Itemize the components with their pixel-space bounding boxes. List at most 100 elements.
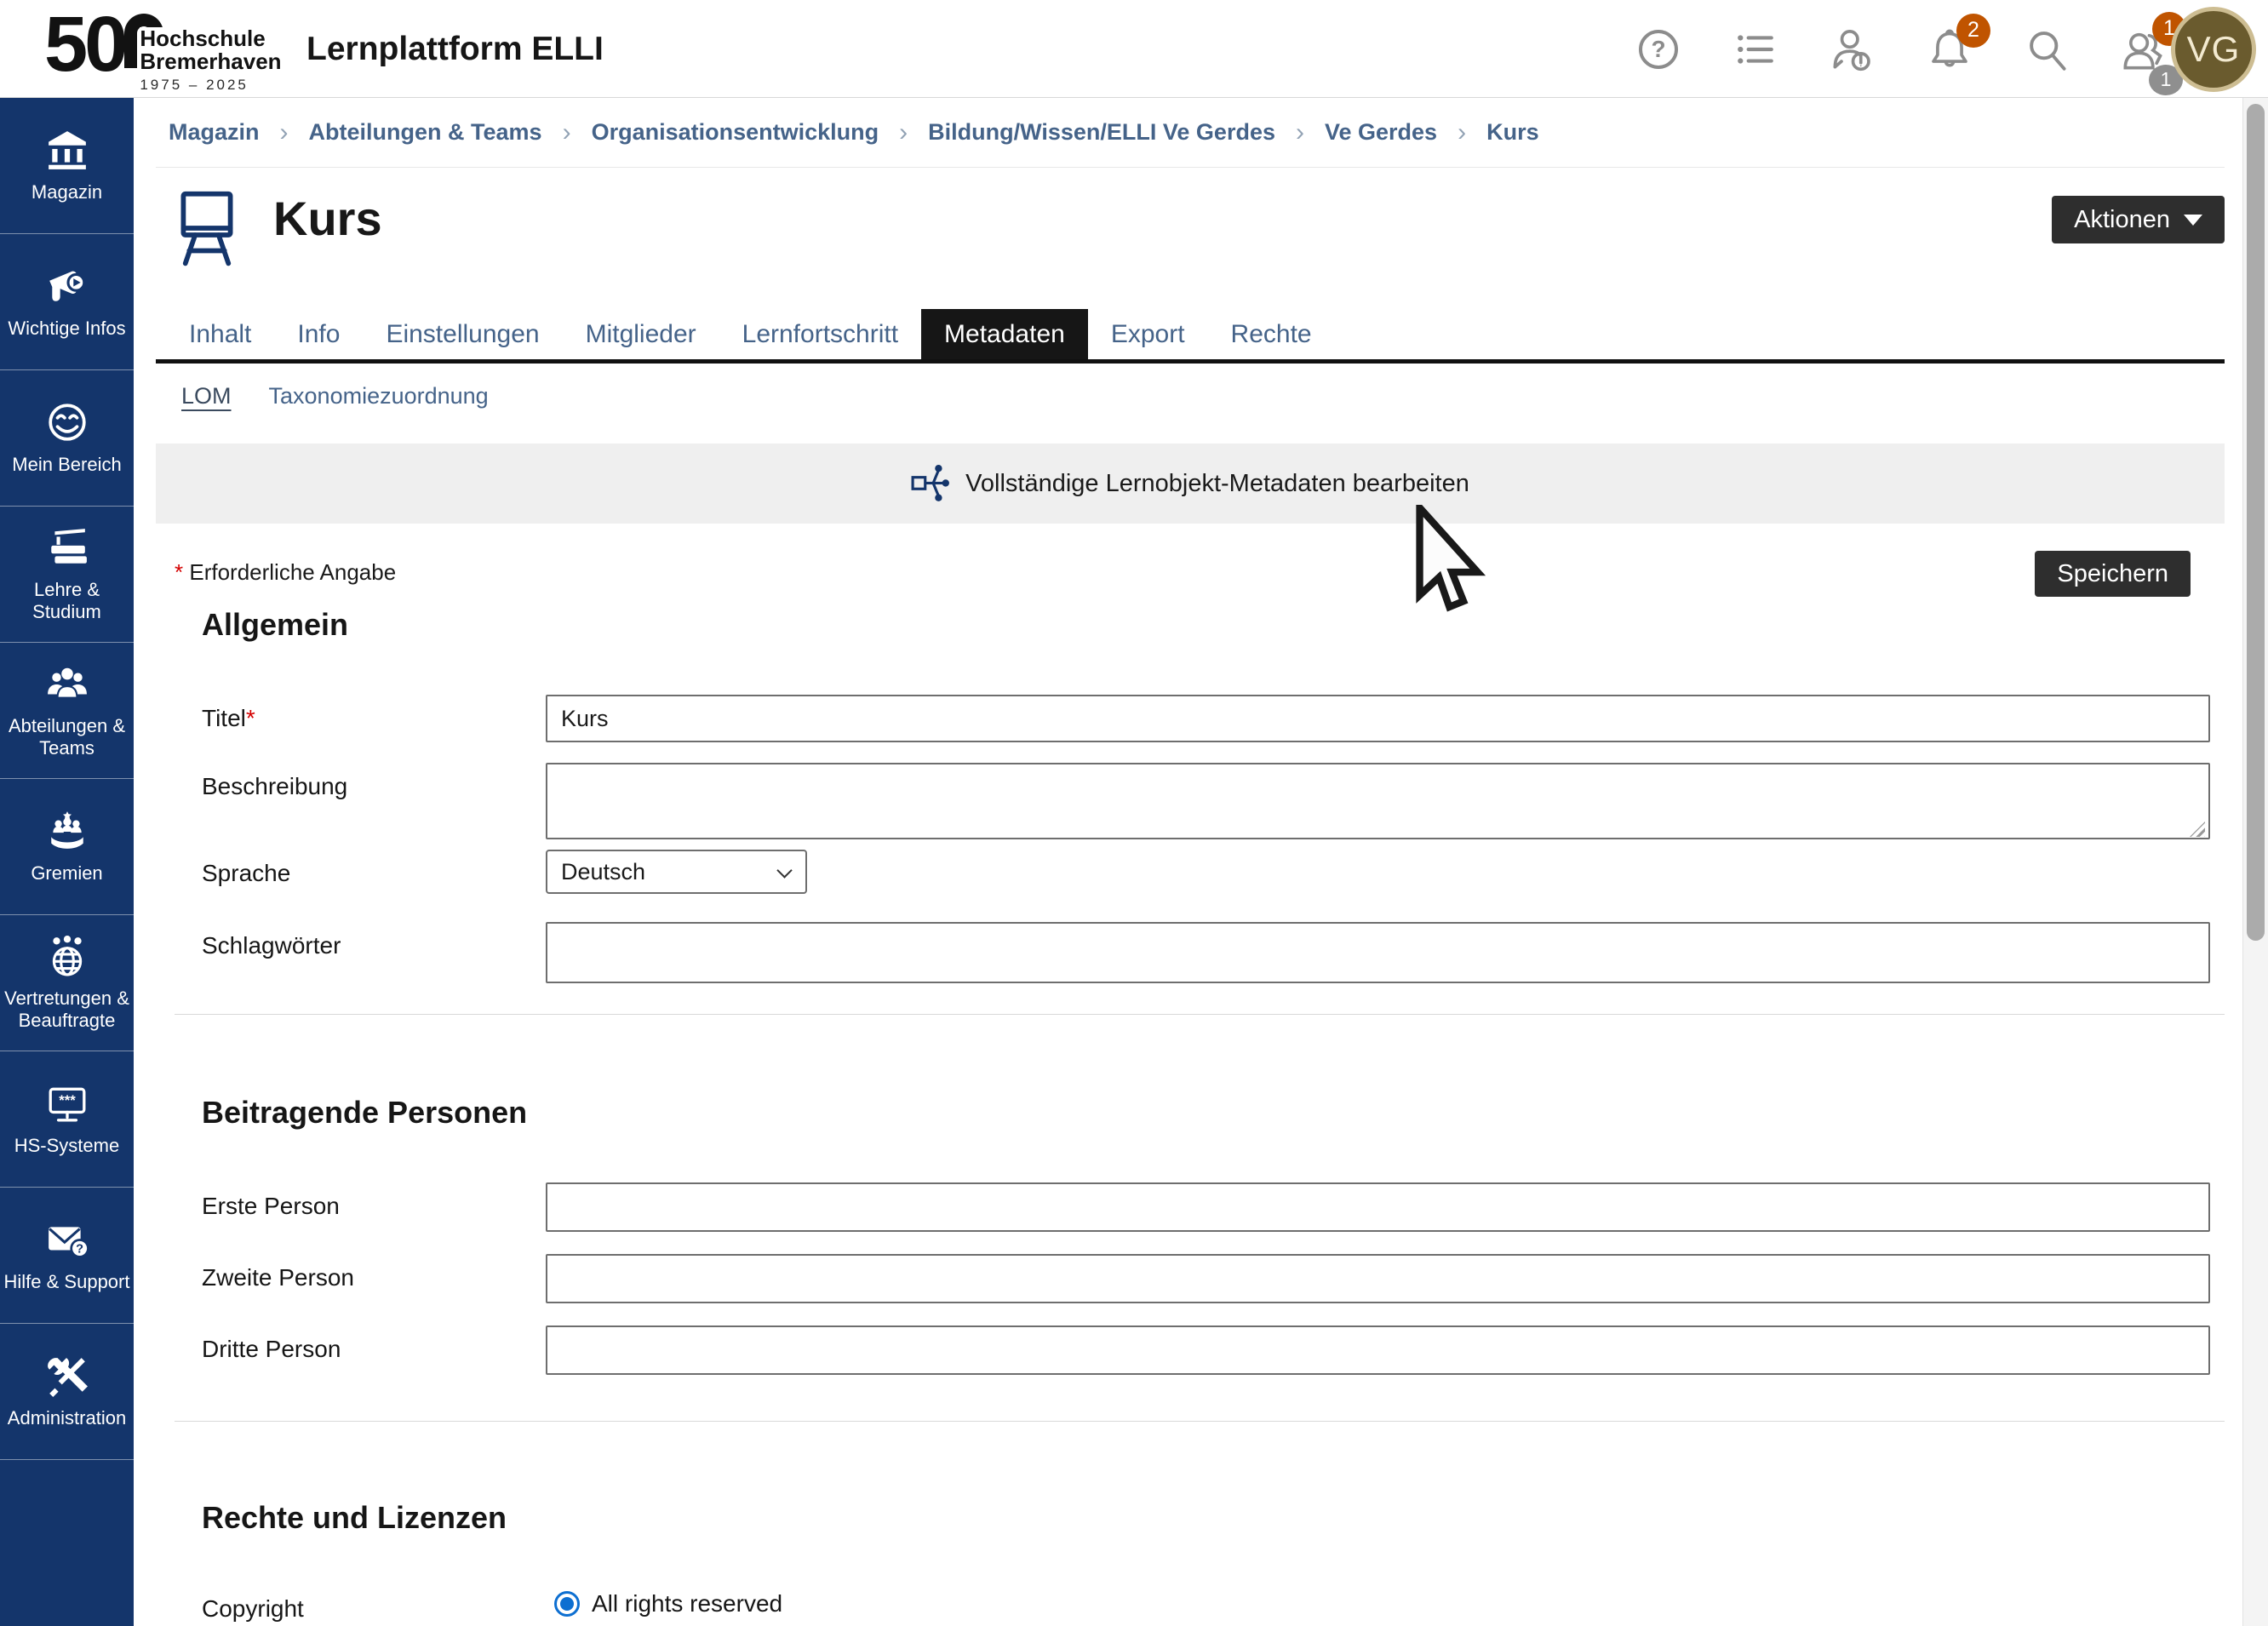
- section-divider: [175, 1421, 2225, 1422]
- user-avatar[interactable]: VG: [2171, 7, 2256, 92]
- sidebar-item-label: Administration: [4, 1407, 129, 1429]
- tools-icon: [46, 1354, 89, 1397]
- monitor-icon: ***: [46, 1082, 89, 1125]
- sidebar-item-label: Gremien: [27, 862, 106, 885]
- sidebar-item-abteilungen-teams[interactable]: Abteilungen & Teams: [0, 643, 134, 779]
- awareness-user-icon[interactable]: [1830, 27, 1875, 72]
- breadcrumb-separator: ›: [1296, 118, 1304, 147]
- sidebar-item-label: HS-Systeme: [11, 1135, 123, 1157]
- description-textarea[interactable]: [546, 763, 2210, 839]
- breadcrumb-link[interactable]: Abteilungen & Teams: [309, 119, 542, 146]
- breadcrumb-link[interactable]: Magazin: [169, 119, 260, 146]
- keywords-field-label: Schlagwörter: [202, 922, 546, 959]
- mail-question-icon: ?: [46, 1218, 89, 1261]
- metadata-banner: Vollständige Lernobjekt-Metadaten bearbe…: [156, 444, 2225, 524]
- section-title-allgemein: Allgemein: [202, 605, 2225, 644]
- top-header: 50 Hochschule Bremerhaven 1975 – 2025 Le…: [0, 0, 2268, 98]
- committee-icon: [46, 810, 89, 852]
- sidebar-item-label: Magazin: [28, 181, 106, 203]
- svg-text:?: ?: [76, 1242, 83, 1256]
- help-icon[interactable]: ?: [1636, 27, 1681, 72]
- sidebar-item-vertretungen-beauftragte[interactable]: Vertretungen & Beauftragte: [0, 915, 134, 1051]
- page-title: Kurs: [273, 191, 382, 246]
- second-person-label: Zweite Person: [202, 1254, 546, 1291]
- sidebar-item-gremien[interactable]: Gremien: [0, 779, 134, 915]
- copyright-field-label: Copyright: [202, 1585, 546, 1623]
- copyright-radio-label: All rights reserved: [592, 1590, 782, 1617]
- logo-years: 1975 – 2025: [140, 77, 281, 94]
- search-icon[interactable]: [2025, 27, 2069, 72]
- sidebar-item-lehre-studium[interactable]: Lehre & Studium: [0, 507, 134, 643]
- tab-metadaten[interactable]: Metadaten: [921, 309, 1088, 359]
- tab-export[interactable]: Export: [1088, 309, 1208, 359]
- vertical-scrollbar-thumb[interactable]: [2247, 104, 2265, 941]
- bank-icon: [46, 129, 89, 171]
- smiley-icon: [46, 401, 89, 444]
- sidebar-item-administration[interactable]: Administration: [0, 1324, 134, 1460]
- people-group-icon: [46, 662, 89, 705]
- title-input[interactable]: [546, 695, 2210, 742]
- language-select[interactable]: Deutsch: [546, 850, 807, 894]
- sidebar-item-mein-bereich[interactable]: Mein Bereich: [0, 370, 134, 507]
- required-asterisk: *: [175, 559, 183, 585]
- first-person-input[interactable]: [546, 1182, 2210, 1232]
- actions-button[interactable]: Aktionen: [2052, 196, 2225, 243]
- first-person-label: Erste Person: [202, 1182, 546, 1220]
- notifications-badge: 2: [1956, 14, 1990, 48]
- section-divider: [175, 1014, 2225, 1015]
- breadcrumb-separator: ›: [563, 118, 571, 147]
- sidebar-item-label: Mein Bereich: [9, 454, 124, 476]
- sidebar-item-wichtige-infos[interactable]: Wichtige Infos: [0, 234, 134, 370]
- sidebar-item-label: Abteilungen & Teams: [0, 715, 134, 759]
- tab-einstellungen[interactable]: Einstellungen: [363, 309, 562, 359]
- globe-people-icon: [46, 935, 89, 977]
- subtab-taxonomiezuordnung[interactable]: Taxonomiezuordnung: [269, 383, 489, 409]
- contacts-icon[interactable]: 1 1: [2122, 27, 2166, 72]
- tab-info[interactable]: Info: [274, 309, 363, 359]
- breadcrumb-link[interactable]: Ve Gerdes: [1325, 119, 1437, 146]
- sidebar-item-hs-systeme[interactable]: *** HS-Systeme: [0, 1051, 134, 1188]
- section-title-rechte-lizenzen: Rechte und Lizenzen: [202, 1498, 2225, 1537]
- required-asterisk: *: [246, 705, 255, 731]
- tab-bar: Inhalt Info Einstellungen Mitglieder Ler…: [156, 309, 2225, 364]
- subtab-bar: LOM Taxonomiezuordnung: [156, 383, 2225, 409]
- section-title-beitragende-personen: Beitragende Personen: [202, 1093, 2225, 1132]
- save-button[interactable]: Speichern: [2035, 551, 2191, 597]
- edit-full-metadata-link[interactable]: Vollständige Lernobjekt-Metadaten bearbe…: [911, 464, 1469, 503]
- main-sidebar: Magazin Wichtige Infos Me: [0, 98, 134, 1626]
- keywords-input[interactable]: [546, 922, 2210, 983]
- breadcrumb-separator: ›: [1458, 118, 1466, 147]
- breadcrumb: Magazin › Abteilungen & Teams › Organisati…: [156, 98, 2225, 168]
- tab-inhalt[interactable]: Inhalt: [166, 309, 274, 359]
- breadcrumb-separator: ›: [899, 118, 908, 147]
- sidebar-item-label: Vertretungen & Beauftragte: [0, 988, 134, 1032]
- breadcrumb-link[interactable]: Organisationsentwicklung: [592, 119, 879, 146]
- breadcrumb-link[interactable]: Bildung/Wissen/ELLI Ve Gerdes: [928, 119, 1275, 146]
- share-nodes-icon: [911, 464, 950, 503]
- todo-list-icon[interactable]: [1733, 27, 1778, 72]
- vertical-scrollbar-track[interactable]: [2242, 98, 2268, 1626]
- megaphone-icon: [46, 265, 89, 307]
- logo-line2: Bremerhaven: [140, 50, 281, 73]
- sidebar-item-label: Lehre & Studium: [0, 579, 134, 623]
- sidebar-item-label: Wichtige Infos: [4, 318, 129, 340]
- tab-mitglieder[interactable]: Mitglieder: [563, 309, 719, 359]
- title-field-label: Titel*: [202, 695, 546, 732]
- breadcrumb-link-current[interactable]: Kurs: [1486, 119, 1539, 146]
- second-person-input[interactable]: [546, 1254, 2210, 1303]
- required-note: * Erforderliche Angabe: [175, 559, 396, 586]
- language-field-label: Sprache: [202, 850, 546, 887]
- third-person-label: Dritte Person: [202, 1325, 546, 1363]
- logo-number: 50: [44, 5, 124, 83]
- tab-lernfortschritt[interactable]: Lernfortschritt: [719, 309, 921, 359]
- subtab-lom[interactable]: LOM: [181, 383, 232, 409]
- university-logo[interactable]: 50 Hochschule Bremerhaven 1975 – 2025: [44, 5, 282, 94]
- third-person-input[interactable]: [546, 1325, 2210, 1375]
- main-content: Magazin › Abteilungen & Teams › Organisati…: [156, 98, 2225, 1623]
- sidebar-item-magazin[interactable]: Magazin: [0, 98, 134, 234]
- breadcrumb-separator: ›: [280, 118, 289, 147]
- copyright-radio[interactable]: [554, 1591, 580, 1617]
- tab-rechte[interactable]: Rechte: [1208, 309, 1335, 359]
- sidebar-item-hilfe-support[interactable]: ? Hilfe & Support: [0, 1188, 134, 1324]
- notifications-bell-icon[interactable]: 2: [1927, 27, 1972, 72]
